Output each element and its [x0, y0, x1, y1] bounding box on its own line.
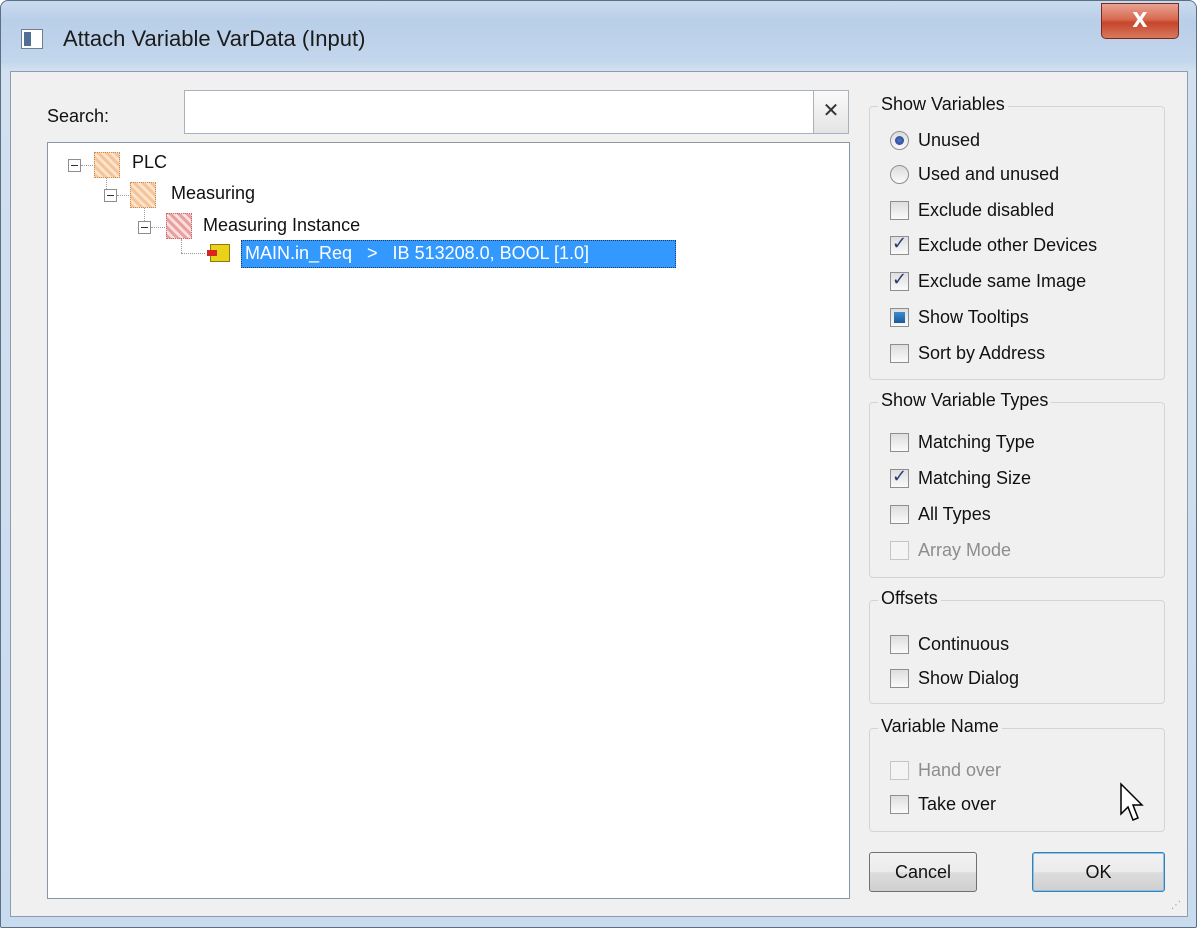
close-button[interactable]: X [1101, 3, 1179, 39]
checkbox[interactable] [890, 466, 909, 488]
group-title: Show Variables [878, 94, 1008, 115]
collapse-toggle-plc[interactable] [68, 159, 81, 172]
option-label: Array Mode [918, 540, 1012, 560]
tree-item-measuring[interactable]: Measuring [171, 183, 255, 204]
collapse-toggle-measuring[interactable] [104, 189, 117, 202]
group-title: Variable Name [878, 716, 1002, 737]
tree-item-measuring-instance[interactable]: Measuring Instance [203, 215, 360, 236]
option-label: All Types [918, 504, 991, 524]
mouse-cursor-icon [1120, 782, 1144, 821]
option-label: Show Dialog [918, 668, 1020, 688]
resize-grip-icon[interactable]: ⋰ [1171, 900, 1181, 911]
instance-icon [166, 213, 192, 239]
option-label: Exclude disabled [918, 200, 1055, 220]
tree-item-plc[interactable]: PLC [132, 152, 167, 173]
group-title: Show Variable Types [878, 390, 1052, 411]
checkbox[interactable] [890, 233, 909, 255]
option-label: Show Tooltips [918, 307, 1029, 327]
collapse-toggle-measuring-instance[interactable] [138, 221, 151, 234]
ok-button[interactable]: OK [1032, 852, 1165, 892]
task-icon [130, 182, 156, 208]
title-bar[interactable]: Attach Variable VarData (Input) X [1, 1, 1196, 71]
tree-connector [81, 165, 93, 166]
checkbox[interactable] [890, 269, 909, 291]
option-label: Continuous [918, 634, 1010, 654]
show-variable-types-group: Show Variable Types Matching Type Matchi… [869, 390, 1165, 578]
dialog-window: Attach Variable VarData (Input) X Search… [0, 0, 1197, 928]
option-label: Take over [918, 794, 997, 814]
search-label: Search: [47, 106, 110, 126]
window-icon [21, 29, 43, 49]
tree-connector [181, 253, 205, 254]
option-label: Unused [918, 130, 981, 150]
option-label: Matching Size [918, 468, 1032, 488]
dialog-client-area: Search: ✕ PLC Measuring Measuring Instan… [10, 71, 1188, 917]
option-label: Matching Type [918, 432, 1035, 452]
radio-button[interactable] [890, 165, 909, 184]
checkbox[interactable] [890, 433, 909, 452]
tree-item-selected-variable[interactable]: MAIN.in_Req > IB 513208.0, BOOL [1.0] [241, 240, 676, 268]
option-label: Used and unused [918, 164, 1060, 184]
option-label: Hand over [918, 760, 1002, 780]
plc-icon [94, 152, 120, 178]
show-variables-group: Show Variables Unused Used and unused Ex… [869, 94, 1165, 380]
cancel-button[interactable]: Cancel [869, 852, 977, 892]
radio-button[interactable] [890, 131, 909, 150]
checkbox[interactable] [890, 201, 909, 220]
checkbox[interactable] [890, 344, 909, 363]
variable-tree[interactable]: PLC Measuring Measuring Instance MAIN.in… [47, 142, 850, 899]
option-label: Exclude other Devices [918, 235, 1098, 255]
tree-connector [117, 195, 129, 196]
checkbox[interactable] [890, 505, 909, 524]
option-label: Sort by Address [918, 343, 1046, 363]
checkbox[interactable] [890, 308, 909, 327]
group-title: Offsets [878, 588, 941, 609]
close-icon: X [1132, 8, 1148, 32]
search-clear-button[interactable]: ✕ [813, 90, 849, 134]
checkbox [890, 761, 909, 780]
checkbox[interactable] [890, 635, 909, 654]
tree-connector [151, 227, 165, 228]
search-input[interactable] [184, 90, 814, 134]
offsets-group: Offsets Continuous Show Dialog [869, 588, 1165, 704]
option-label: Exclude same Image [918, 271, 1087, 291]
tree-connector [181, 239, 182, 253]
checkbox [890, 541, 909, 560]
checkbox[interactable] [890, 669, 909, 688]
window-title: Attach Variable VarData (Input) [63, 26, 366, 51]
input-variable-icon [207, 244, 230, 262]
checkbox[interactable] [890, 795, 909, 814]
